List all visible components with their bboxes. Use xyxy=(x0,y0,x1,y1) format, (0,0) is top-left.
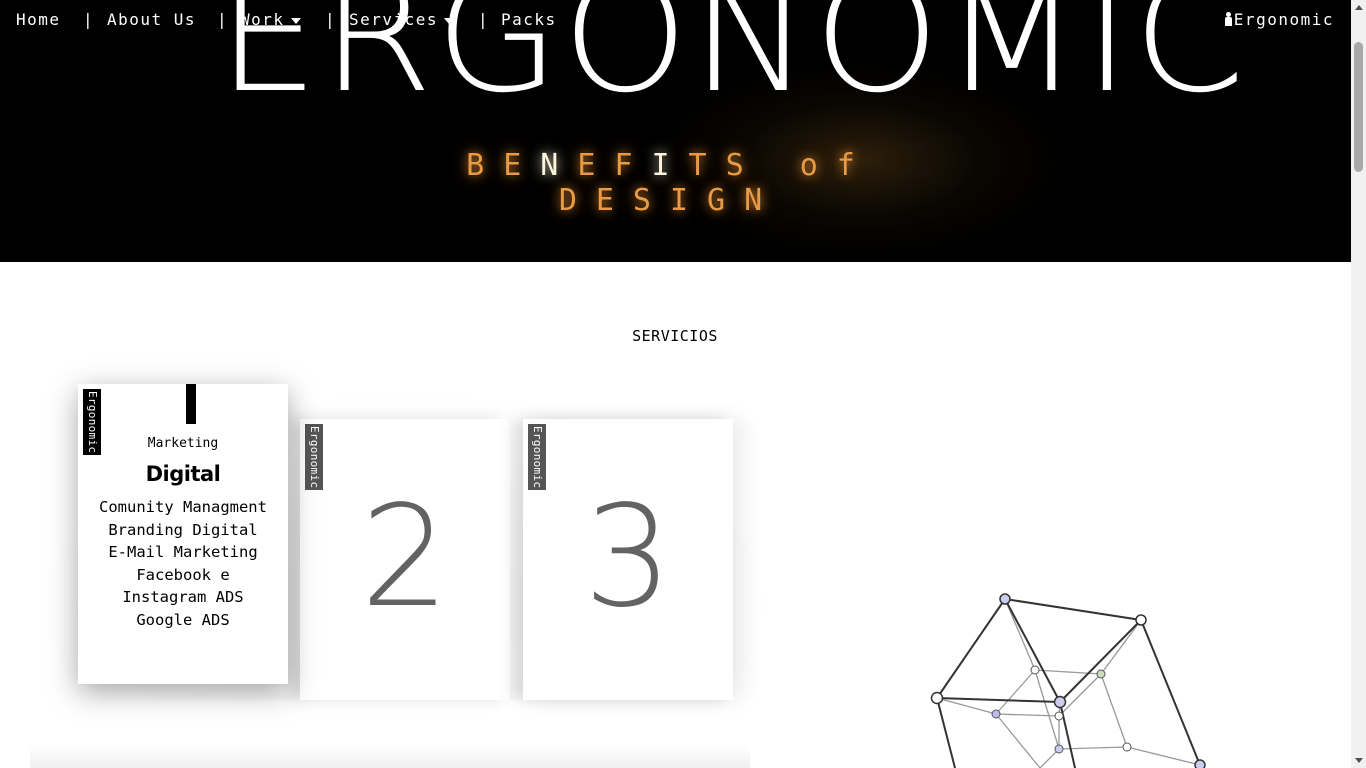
list-item: E-Mail Marketing xyxy=(108,543,258,561)
card-number: 2 xyxy=(360,476,450,639)
list-item: Google ADS xyxy=(136,610,230,629)
card-number: 3 xyxy=(583,476,673,639)
list-item: Facebook e Instagram ADS xyxy=(122,565,244,607)
nav-separator: | xyxy=(325,10,335,29)
card-title: Digital xyxy=(145,462,221,486)
nav-separator: | xyxy=(478,10,488,29)
list-item: Comunity Managment xyxy=(99,498,267,516)
scroll-up-arrow-icon[interactable] xyxy=(1355,5,1363,10)
section-title: SERVICIOS xyxy=(632,327,718,345)
nav-separator: | xyxy=(578,10,588,29)
scrollbar-thumb[interactable] xyxy=(1354,42,1363,172)
service-card-marketing[interactable]: Ergonomic Marketing Digital Comunity Man… xyxy=(78,384,288,684)
caret-down-icon xyxy=(444,17,455,24)
nav-work-label: Work xyxy=(240,10,285,29)
service-list: Comunity Managment Branding Digital E-Ma… xyxy=(98,496,268,631)
brand-link[interactable]: Ergonomic xyxy=(1224,10,1334,29)
tesseract-svg xyxy=(930,593,1206,768)
card-top-bar xyxy=(186,384,196,424)
service-card-3[interactable]: Ergonomic 3 xyxy=(523,419,733,700)
tesseract-graphic xyxy=(920,585,1220,768)
nav-separator: | xyxy=(217,10,227,29)
next-section-shadow xyxy=(30,745,750,768)
hero-subtitle: BENEFITS of DESIGN xyxy=(466,148,874,218)
nav-work[interactable]: Work xyxy=(240,10,301,29)
caret-down-icon xyxy=(290,17,301,24)
vertical-scrollbar[interactable] xyxy=(1351,0,1366,768)
nav-home[interactable]: Home xyxy=(16,10,61,29)
person-icon xyxy=(1224,12,1233,26)
scroll-down-arrow-icon[interactable] xyxy=(1355,758,1363,763)
nav-services-label: Services xyxy=(349,10,439,29)
nav-separator: | xyxy=(83,10,93,29)
top-navigation: Home | About Us | Work | Services | Pack… xyxy=(0,0,1351,40)
service-card-2[interactable]: Ergonomic 2 xyxy=(300,419,510,700)
nav-packs[interactable]: Packs xyxy=(501,10,557,29)
card-subtitle: Marketing xyxy=(147,436,219,451)
list-item: Branding Digital xyxy=(108,520,258,539)
brand-name: Ergonomic xyxy=(1233,10,1334,29)
nav-services[interactable]: Services xyxy=(349,10,455,29)
nav-about-us[interactable]: About Us xyxy=(107,10,196,29)
